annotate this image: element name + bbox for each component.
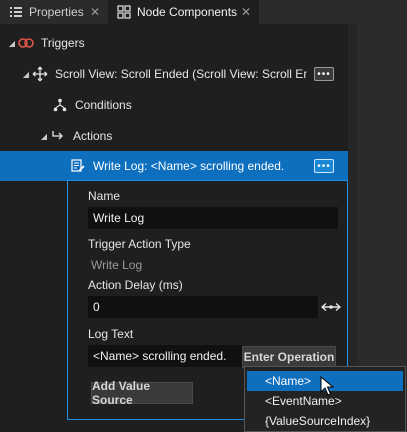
add-value-source-button[interactable]: Add Value Source: [91, 379, 193, 407]
tab-node-components-label: Node Components: [137, 5, 238, 19]
action-delay-field[interactable]: 0: [88, 296, 318, 318]
list-icon: [8, 4, 24, 20]
dropdown-item-valuesourceindex[interactable]: {ValueSourceIndex}: [247, 411, 403, 431]
enter-operation-button[interactable]: Enter Operation: [242, 346, 336, 368]
tree-item-actions[interactable]: ◢ Actions: [0, 121, 348, 151]
node-move-icon: [32, 66, 48, 82]
drag-value-icon[interactable]: [320, 301, 342, 316]
write-log-icon: [70, 158, 86, 174]
close-icon[interactable]: ✕: [90, 5, 100, 19]
tab-properties-label: Properties: [29, 5, 84, 19]
close-icon[interactable]: ✕: [241, 5, 251, 19]
log-text-label: Log Text: [88, 327, 134, 341]
tree-item-conditions[interactable]: Conditions: [0, 90, 348, 120]
name-label: Name: [88, 189, 121, 203]
actions-label: Actions: [73, 129, 113, 143]
conditions-icon: [52, 97, 68, 113]
mouse-cursor-icon: [320, 375, 335, 399]
triggers-label: Triggers: [41, 36, 85, 50]
tab-node-components[interactable]: Node Components ✕: [108, 0, 259, 24]
name-field[interactable]: Write Log: [88, 207, 338, 229]
expand-arrow-icon[interactable]: ◢: [6, 39, 18, 48]
conditions-label: Conditions: [75, 98, 132, 112]
tab-properties[interactable]: Properties ✕: [0, 0, 108, 24]
actions-icon: [50, 128, 66, 144]
tree-item-write-log[interactable]: Write Log: <Name> scrolling ended. •••: [0, 151, 348, 181]
scroll-ended-label: Scroll View: Scroll Ended (Scroll View: …: [55, 67, 307, 81]
trigger-action-type-label: Trigger Action Type: [88, 237, 191, 251]
tree-item-scroll-ended[interactable]: ◢ Scroll View: Scroll Ended (Scroll View…: [0, 59, 348, 89]
write-log-label: Write Log: <Name> scrolling ended.: [93, 159, 285, 173]
component-icon: [116, 4, 132, 20]
trigger-action-type-value: Write Log: [91, 258, 143, 272]
tree-item-triggers[interactable]: ◢ Triggers: [0, 28, 348, 58]
more-options-button[interactable]: •••: [314, 159, 334, 173]
log-text-field[interactable]: <Name> scrolling ended.: [88, 345, 242, 367]
action-delay-label: Action Delay (ms): [88, 278, 183, 292]
more-options-button[interactable]: •••: [314, 67, 334, 81]
tab-bar: Properties ✕ Node Components ✕: [0, 0, 407, 24]
expand-arrow-icon[interactable]: ◢: [38, 132, 50, 141]
expand-arrow-icon[interactable]: ◢: [20, 70, 32, 79]
trigger-icon: [18, 35, 34, 51]
